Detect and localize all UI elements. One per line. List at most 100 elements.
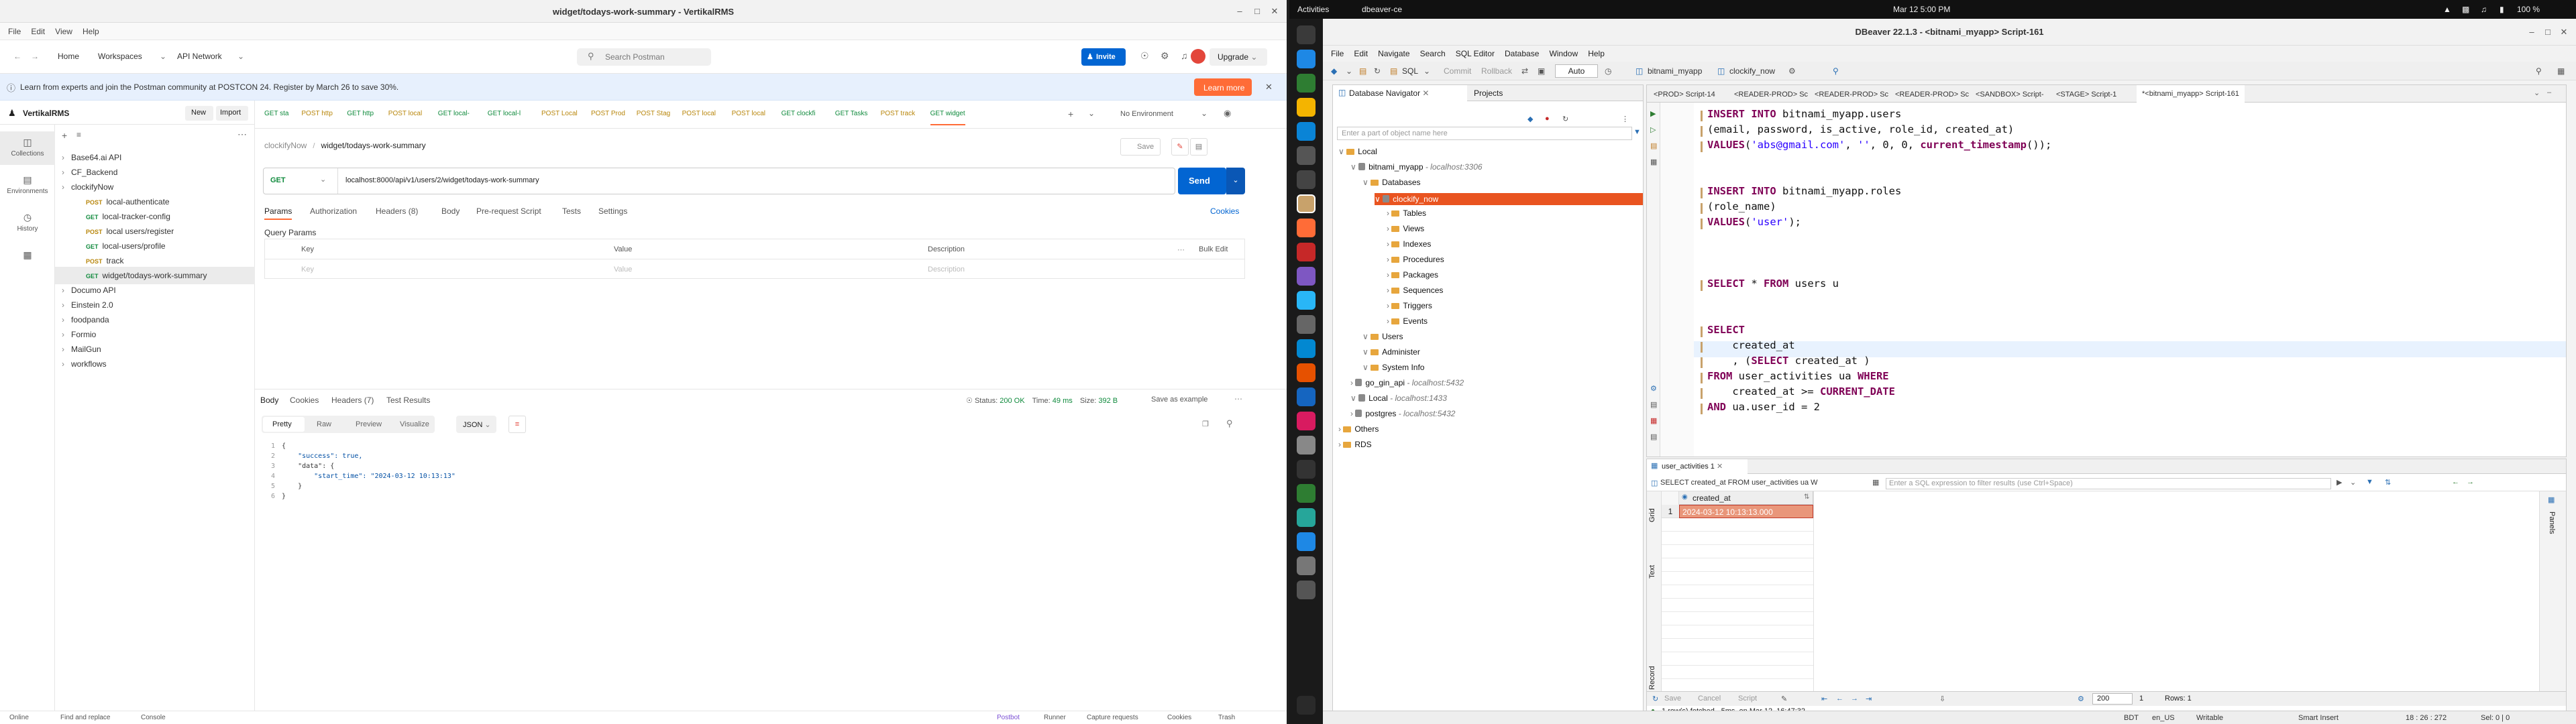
edit-icon[interactable]: ✎ bbox=[1781, 695, 1787, 703]
refresh-icon[interactable]: ↻ bbox=[1652, 695, 1658, 703]
resp-tab-body[interactable]: Body bbox=[260, 396, 278, 405]
chevron-down-icon[interactable]: ⌄ bbox=[1346, 66, 1352, 76]
expand-icon[interactable]: › bbox=[1350, 409, 1355, 418]
dock-app-icon[interactable] bbox=[1297, 339, 1316, 358]
send-dropdown[interactable]: ⌄ bbox=[1226, 168, 1245, 194]
execute-script-icon[interactable]: ▷ bbox=[1650, 125, 1656, 134]
script-button[interactable]: Script bbox=[1738, 695, 1757, 703]
tab-projects[interactable]: Projects bbox=[1474, 88, 1503, 98]
prev-icon[interactable]: ← bbox=[2452, 478, 2459, 486]
tree-item[interactable]: › Events bbox=[1387, 316, 1428, 326]
expand-icon[interactable]: › bbox=[1350, 378, 1355, 387]
avatar[interactable] bbox=[1191, 49, 1205, 64]
sql-editor-icon[interactable]: ▤ bbox=[1390, 66, 1397, 76]
format-icon[interactable]: ▦ bbox=[1650, 158, 1657, 166]
tab-database-navigator[interactable]: ◫ Database Navigator ✕ bbox=[1333, 85, 1467, 101]
tree-item[interactable]: › Views bbox=[1387, 224, 1424, 233]
dock-app-icon[interactable] bbox=[1297, 436, 1316, 455]
new-connection-icon[interactable]: ◆ bbox=[1331, 66, 1337, 76]
export-icon[interactable]: ▦ bbox=[1650, 416, 1657, 425]
expand-icon[interactable]: › bbox=[1387, 286, 1391, 295]
resp-tab-headers[interactable]: Headers (7) bbox=[331, 396, 374, 405]
edit-icon[interactable]: ✎ bbox=[1171, 138, 1189, 156]
import-button[interactable]: Import bbox=[216, 106, 248, 121]
tree-item[interactable]: ∨ Databases bbox=[1362, 178, 1421, 187]
editor-tab[interactable]: <READER-PROD> Sc bbox=[1895, 90, 1969, 99]
request-tab[interactable]: GET clockfi bbox=[782, 110, 816, 117]
format-select[interactable]: JSON ⌄ bbox=[456, 416, 496, 433]
resp-tab-cookies[interactable]: Cookies bbox=[290, 396, 319, 405]
tree-item[interactable]: ∨ Administer bbox=[1362, 347, 1420, 357]
navigator-filter-input[interactable]: Enter a part of object name here bbox=[1337, 127, 1632, 140]
editor-tab[interactable]: <SANDBOX> Script- bbox=[1976, 90, 2043, 99]
bell-icon[interactable]: ♫ bbox=[1181, 50, 1188, 61]
request-tab[interactable]: POST http bbox=[301, 110, 333, 117]
execute-icon[interactable]: ▶ bbox=[1650, 109, 1656, 118]
new-button[interactable]: New bbox=[185, 106, 213, 121]
learn-more-button[interactable]: Learn more bbox=[1194, 78, 1252, 96]
menu-file[interactable]: File bbox=[1331, 49, 1344, 58]
dock-app-icon[interactable] bbox=[1297, 412, 1316, 430]
dock-app-icon[interactable] bbox=[1297, 146, 1316, 165]
tree-item[interactable]: ∨ Users bbox=[1362, 332, 1403, 341]
chevron-down-icon[interactable]: ⌄ bbox=[2534, 88, 2540, 97]
view-preview[interactable]: Preview bbox=[356, 420, 382, 428]
dock-app-icon[interactable] bbox=[1297, 363, 1316, 382]
battery-icon[interactable]: ▮ bbox=[2500, 5, 2504, 14]
dock-app-icon[interactable] bbox=[1297, 170, 1316, 189]
filter-expand-icon[interactable]: ▦ bbox=[1872, 478, 1879, 487]
tree-item[interactable]: › Sequences bbox=[1387, 286, 1443, 295]
side-tab-record[interactable]: Record bbox=[1648, 659, 1656, 690]
auto-commit-select[interactable]: Auto bbox=[1555, 64, 1598, 78]
menu-help[interactable]: Help bbox=[83, 27, 99, 36]
view-visualize[interactable]: Visualize bbox=[400, 420, 429, 428]
search-icon[interactable]: ⚲ bbox=[1226, 418, 1233, 429]
request-tab[interactable]: GET Tasks bbox=[835, 110, 868, 117]
close-icon[interactable]: ✕ bbox=[2559, 27, 2569, 38]
minimize-icon[interactable]: – bbox=[2526, 27, 2537, 38]
prev-page-icon[interactable]: ← bbox=[1836, 695, 1843, 703]
tab-headers[interactable]: Headers (8) bbox=[376, 206, 418, 216]
sort-icon[interactable]: ⇅ bbox=[2385, 478, 2391, 487]
expand-icon[interactable]: › bbox=[1387, 255, 1391, 264]
dock-app-icon[interactable] bbox=[1297, 460, 1316, 479]
results-filter-input[interactable]: Enter a SQL expression to filter results… bbox=[1886, 478, 2331, 489]
request-tab[interactable]: GET widget bbox=[930, 110, 965, 125]
app-menu[interactable]: dbeaver-ce bbox=[1362, 5, 1402, 14]
comment-icon[interactable]: ▤ bbox=[1190, 138, 1208, 156]
expand-icon[interactable]: › bbox=[1387, 208, 1391, 218]
expand-icon[interactable]: › bbox=[1387, 224, 1391, 233]
export-icon[interactable]: ⇩ bbox=[1939, 695, 1945, 703]
tree-item[interactable]: › go_gin_api - localhost:5432 bbox=[1350, 378, 1464, 387]
add-icon[interactable]: + bbox=[62, 130, 67, 141]
close-icon[interactable]: ✕ bbox=[1269, 6, 1280, 17]
chevron-down-icon[interactable]: ⌄ bbox=[2350, 478, 2356, 487]
tab-settings[interactable]: Settings bbox=[598, 206, 627, 216]
tab-authorization[interactable]: Authorization bbox=[310, 206, 357, 216]
key-input[interactable]: Key bbox=[301, 265, 314, 274]
maximize-icon[interactable]: □ bbox=[2542, 27, 2553, 38]
active-datasource-select[interactable]: bitnami_myapp bbox=[1648, 66, 1702, 76]
expand-icon[interactable]: › bbox=[1387, 270, 1391, 280]
nav-home[interactable]: Home bbox=[58, 52, 79, 61]
method-select[interactable]: GET bbox=[270, 176, 286, 184]
dock-app-icon[interactable] bbox=[1297, 532, 1316, 551]
menu-edit[interactable]: Edit bbox=[1354, 49, 1368, 58]
url-input[interactable]: localhost:8000/api/v1/users/2/widget/tod… bbox=[345, 176, 539, 184]
volume-icon[interactable]: ♫ bbox=[2481, 5, 2487, 14]
dock-app-icon[interactable] bbox=[1297, 291, 1316, 310]
filter-icon[interactable]: ▼ bbox=[2366, 478, 2373, 486]
menu-search[interactable]: Search bbox=[1420, 49, 1446, 58]
status-cookies[interactable]: Cookies bbox=[1167, 714, 1191, 721]
request-tab[interactable]: POST Local bbox=[541, 110, 578, 117]
maximize-icon[interactable]: □ bbox=[1252, 6, 1263, 17]
expand-icon[interactable]: › bbox=[1387, 301, 1391, 310]
more-icon[interactable]: ⋯ bbox=[237, 129, 247, 140]
minimize-icon[interactable]: – bbox=[2547, 88, 2551, 97]
status-find-replace[interactable]: Find and replace bbox=[60, 714, 111, 721]
rail-apps[interactable]: ▦ bbox=[0, 245, 55, 265]
tree-item[interactable]: › Tables bbox=[1387, 208, 1426, 218]
tree-item[interactable]: › Triggers bbox=[1387, 301, 1432, 310]
expand-icon[interactable]: › bbox=[1338, 424, 1343, 434]
tree-item[interactable]: ∨ bitnami_myapp - localhost:3306 bbox=[1350, 162, 1483, 172]
